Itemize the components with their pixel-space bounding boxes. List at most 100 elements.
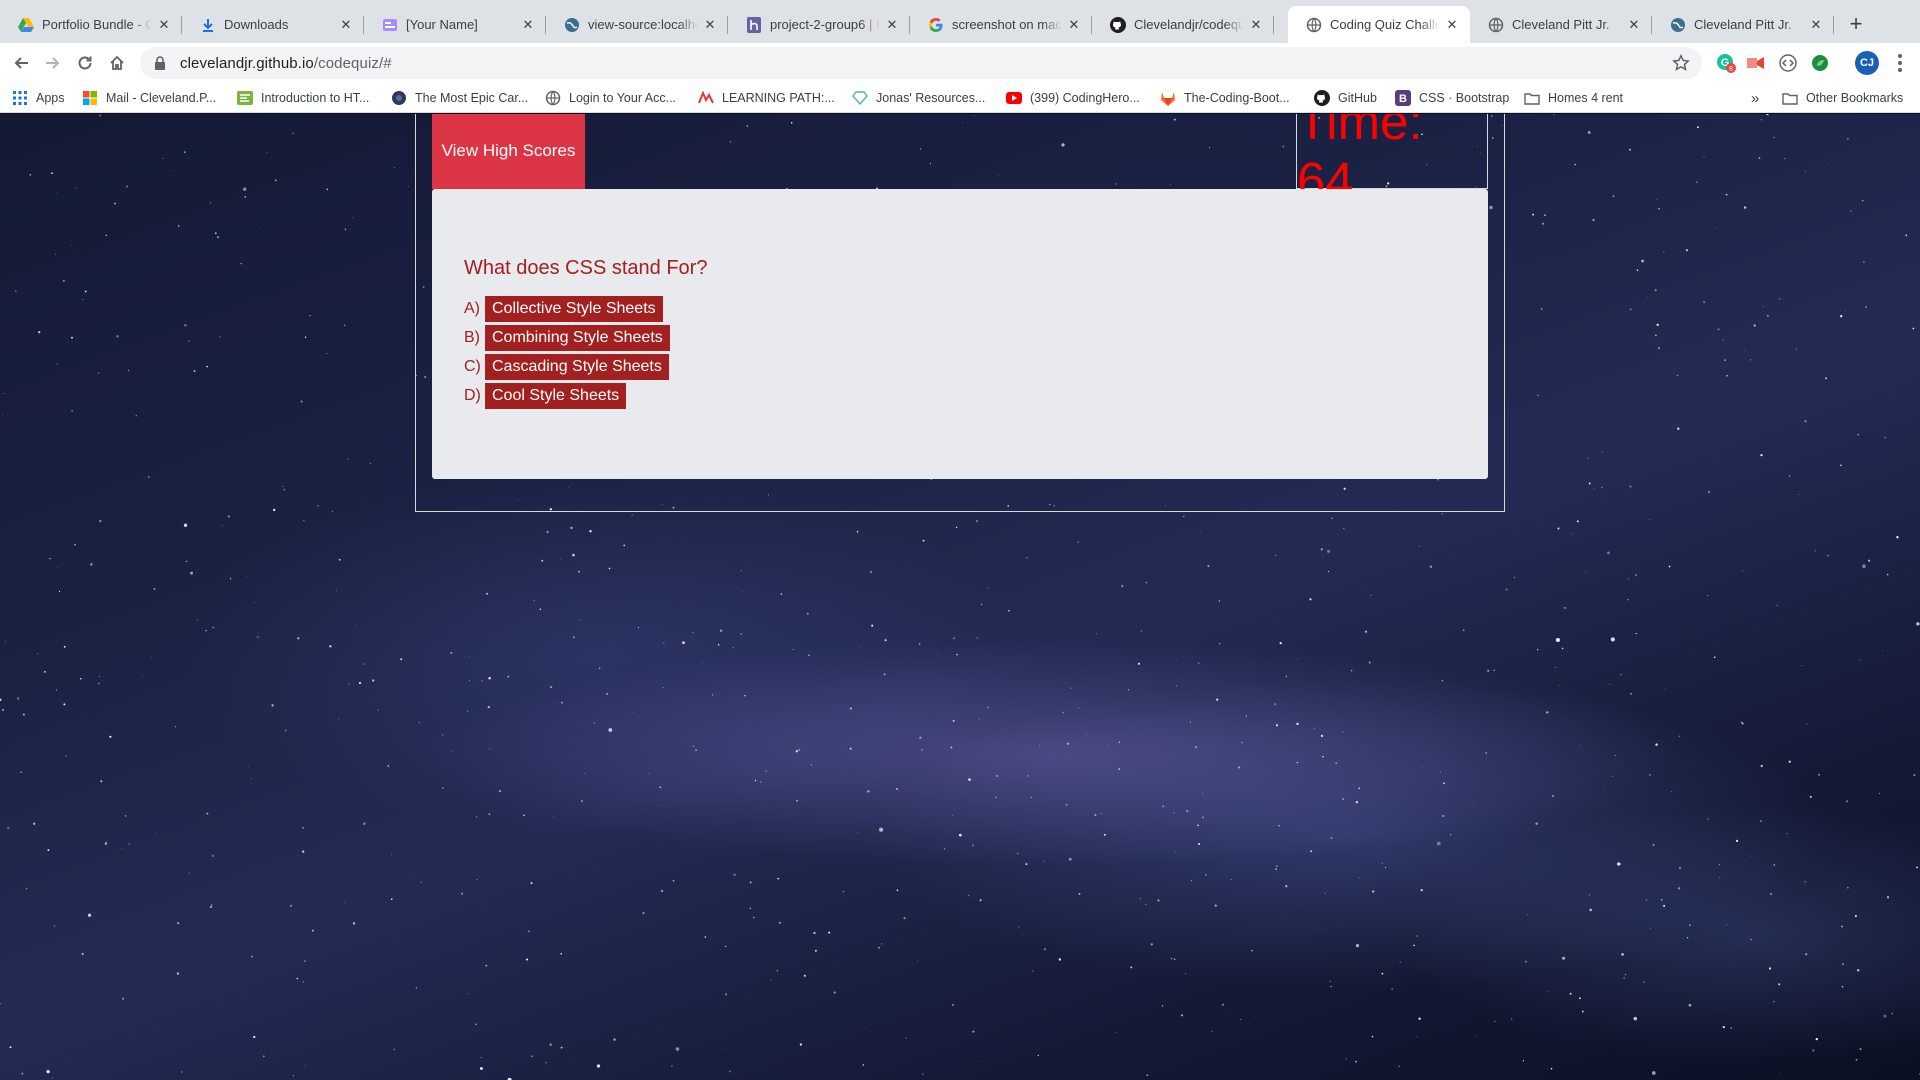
bookmark-label: The Most Epic Car... xyxy=(415,91,529,105)
close-icon[interactable]: ✕ xyxy=(884,17,900,33)
bookmark-apps[interactable]: Apps xyxy=(12,88,65,108)
dot xyxy=(1898,61,1902,65)
code-extension-icon[interactable] xyxy=(1778,53,1798,73)
tab-separator xyxy=(1833,16,1834,34)
close-icon[interactable]: ✕ xyxy=(1808,17,1824,33)
browser-toolbar: clevelandjr.github.io/codequiz/# G8 CJ xyxy=(0,43,1920,83)
answer-list: A) Collective Style Sheets B) Combining … xyxy=(464,296,670,412)
timer-display: Time: 64 xyxy=(1296,114,1488,209)
url-host: clevelandjr.github.io xyxy=(180,54,314,72)
close-icon[interactable]: ✕ xyxy=(1066,17,1082,33)
close-icon[interactable]: ✕ xyxy=(1626,17,1642,33)
svg-text:8: 8 xyxy=(1729,66,1733,73)
github-icon xyxy=(1110,16,1126,33)
globe-icon xyxy=(564,17,580,33)
gitlab-icon xyxy=(1160,90,1176,106)
close-icon[interactable]: ✕ xyxy=(338,17,354,33)
bookmark-epic-car[interactable]: The Most Epic Car... xyxy=(391,88,528,108)
answer-letter: B) xyxy=(464,329,480,346)
view-high-scores-button[interactable]: View High Scores xyxy=(432,114,585,189)
bookmarks-overflow-button[interactable]: » xyxy=(1751,88,1759,108)
screencastify-extension-icon[interactable] xyxy=(1746,53,1766,73)
answer-item: D) Cool Style Sheets xyxy=(464,383,670,409)
bookmark-star-icon[interactable] xyxy=(1672,54,1690,72)
bookmark-mail[interactable]: Mail - Cleveland.P... xyxy=(82,88,216,108)
new-tab-button[interactable]: + xyxy=(1844,11,1868,36)
tab-title: Portfolio Bundle - Go xyxy=(42,17,152,32)
question-text: What does CSS stand For? xyxy=(464,257,708,279)
lock-icon xyxy=(154,56,168,70)
grammarly-extension-icon[interactable]: G8 xyxy=(1716,53,1736,73)
browser-tab[interactable]: Clevelandjr/codequiz ✕ xyxy=(1092,6,1274,43)
bookmark-label: (399) CodingHero... xyxy=(1030,91,1140,105)
address-bar[interactable]: clevelandjr.github.io/codequiz/# xyxy=(140,47,1702,79)
close-icon[interactable]: ✕ xyxy=(520,17,536,33)
bookmark-homes-4-rent[interactable]: Homes 4 rent xyxy=(1524,88,1623,108)
home-icon xyxy=(110,55,124,70)
forward-button[interactable] xyxy=(41,51,65,75)
url-path: /codequiz/# xyxy=(313,54,392,72)
globe-icon xyxy=(391,90,407,106)
leaf-extension-icon[interactable] xyxy=(1810,53,1830,73)
browser-tab[interactable]: project-2-group6 | H ✕ xyxy=(728,6,910,43)
bookmark-label: GitHub xyxy=(1338,91,1377,105)
close-icon[interactable]: ✕ xyxy=(1444,17,1460,33)
browser-tab[interactable]: Cleveland Pitt Jr. ✕ xyxy=(1652,6,1834,43)
arrow-left-icon xyxy=(14,57,28,69)
tab-separator xyxy=(1273,16,1274,34)
tab-title: Clevelandjr/codequiz xyxy=(1134,17,1244,32)
browser-tab[interactable]: Cleveland Pitt Jr. ✕ xyxy=(1470,6,1652,43)
page-viewport: View High Scores Time: 64 What does CSS … xyxy=(0,114,1920,1080)
github-icon xyxy=(1314,90,1330,106)
back-button[interactable] xyxy=(9,51,33,75)
bookmark-coding-bootcamp[interactable]: The-Coding-Boot... xyxy=(1160,88,1290,108)
bookmark-codinghero[interactable]: (399) CodingHero... xyxy=(1006,88,1140,108)
answer-item: C) Cascading Style Sheets xyxy=(464,354,670,380)
bookmark-jonas-resources[interactable]: Jonas' Resources... xyxy=(852,88,985,108)
diamond-icon xyxy=(852,90,868,106)
browser-tab[interactable]: view-source:localhost ✕ xyxy=(546,6,728,43)
answer-item: A) Collective Style Sheets xyxy=(464,296,670,322)
browser-tab[interactable]: Downloads ✕ xyxy=(182,6,364,43)
tab-title: Cleveland Pitt Jr. xyxy=(1512,17,1610,32)
browser-menu-button[interactable] xyxy=(1888,51,1912,75)
browser-tab-active[interactable]: Coding Quiz Challenge ✕ xyxy=(1288,6,1470,43)
answer-button-a[interactable]: Collective Style Sheets xyxy=(485,296,663,322)
answer-button-b[interactable]: Combining Style Sheets xyxy=(485,325,670,351)
home-button[interactable] xyxy=(105,51,129,75)
bookmark-label: Jonas' Resources... xyxy=(876,91,986,105)
answer-button-c[interactable]: Cascading Style Sheets xyxy=(485,354,669,380)
close-icon[interactable]: ✕ xyxy=(702,17,718,33)
bookmark-label: The-Coding-Boot... xyxy=(1184,91,1290,105)
close-icon[interactable]: ✕ xyxy=(1248,17,1264,33)
bookmark-intro-html[interactable]: Introduction to HT... xyxy=(237,88,369,108)
tab-title: screenshot on mac - xyxy=(952,17,1062,32)
profile-avatar[interactable]: CJ xyxy=(1855,51,1879,75)
other-bookmarks-label: Other Bookmarks xyxy=(1806,91,1904,105)
answer-button-d[interactable]: Cool Style Sheets xyxy=(485,383,627,409)
bookmark-label: Homes 4 rent xyxy=(1548,91,1624,105)
bookmark-bootstrap[interactable]: B CSS · Bootstrap xyxy=(1395,88,1509,108)
svg-text:B: B xyxy=(1399,93,1407,105)
browser-tab[interactable]: screenshot on mac - ✕ xyxy=(910,6,1092,43)
tab-title: view-source:localhost xyxy=(588,17,698,32)
browser-tab[interactable]: Portfolio Bundle - Go ✕ xyxy=(0,6,182,43)
bookmark-label: Apps xyxy=(36,91,65,105)
answer-item: B) Combining Style Sheets xyxy=(464,325,670,351)
bookmark-login[interactable]: Login to Your Acc... xyxy=(545,88,676,108)
bookmark-github[interactable]: GitHub xyxy=(1314,88,1377,108)
close-icon[interactable]: ✕ xyxy=(156,17,172,33)
other-bookmarks[interactable]: Other Bookmarks xyxy=(1782,88,1903,108)
tab-title: [Your Name] xyxy=(406,17,478,32)
globe-icon xyxy=(1670,17,1686,33)
bookmark-learning-path[interactable]: LEARNING PATH:... xyxy=(698,88,835,108)
browser-tab[interactable]: [Your Name] ✕ xyxy=(364,6,546,43)
google-icon xyxy=(928,17,944,33)
dot xyxy=(1898,54,1902,58)
reload-button[interactable] xyxy=(73,51,97,75)
answer-letter: A) xyxy=(464,300,480,317)
tab-title: Downloads xyxy=(224,17,289,32)
google-drive-icon xyxy=(18,17,34,33)
tab-title: project-2-group6 | H xyxy=(770,17,880,32)
microsoft-icon xyxy=(82,90,98,106)
